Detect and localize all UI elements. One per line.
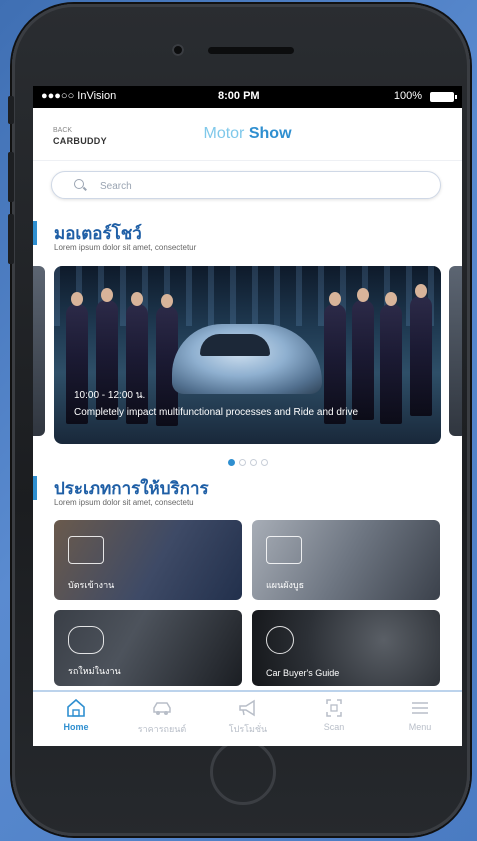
presenter-figure (380, 292, 402, 424)
service-label: บัตรเข้างาน (68, 580, 115, 590)
service-label: Car Buyer's Guide (266, 668, 340, 678)
event-description: Completely impact multifunctional proces… (74, 407, 359, 418)
pagination-dot[interactable] (227, 459, 235, 466)
carousel-next-card[interactable] (449, 266, 462, 436)
map-icon (266, 536, 302, 564)
battery-icon (430, 92, 457, 102)
status-time: 8:00 PM (218, 90, 260, 102)
scan-icon (326, 699, 342, 717)
carousel-pagination (33, 453, 462, 471)
service-card-buyers-guide[interactable]: Car Buyer's Guide (252, 610, 440, 686)
presenter-figure (410, 284, 432, 416)
tab-label: โปรโมชั่น (228, 724, 268, 734)
tab-promotions[interactable]: โปรโมชั่น (205, 698, 291, 736)
service-card-booth-map[interactable]: แผนผังบูธ (252, 520, 440, 600)
tab-home[interactable]: Home (33, 698, 119, 732)
tab-label: ราคารถยนต์ (137, 724, 187, 734)
carrier-text: ●●●○○ InVision (41, 90, 117, 102)
tab-scan[interactable]: Scan (291, 698, 377, 732)
car-price-icon (153, 702, 171, 715)
page-title: Motor Show (33, 125, 462, 143)
nav-bar: BACK CARBUDDY Motor Show (33, 108, 462, 161)
tab-label: Menu (408, 722, 432, 732)
services-subtitle: Lorem ipsum dolor sit amet, consectetu (54, 498, 194, 507)
ticket-icon (68, 536, 104, 564)
tab-label: Scan (323, 722, 345, 732)
search-input[interactable] (98, 177, 402, 195)
tab-car-prices[interactable]: ราคารถยนต์ (119, 698, 205, 736)
presenter-figure (126, 292, 148, 424)
home-hardware-button[interactable] (210, 739, 276, 805)
car-sparkle-icon (68, 626, 104, 654)
app-screen: ●●●○○ InVision 8:00 PM 100% BACK CARBUDD… (33, 86, 462, 746)
home-icon (67, 698, 85, 717)
event-card[interactable]: 10:00 - 12:00 น. Completely impact multi… (54, 266, 441, 444)
mute-switch (8, 96, 14, 124)
event-time: 10:00 - 12:00 น. (74, 390, 146, 401)
front-camera (172, 44, 184, 56)
menu-icon (412, 702, 428, 714)
speaker-grille (208, 47, 294, 54)
page-title-part1: Motor (203, 125, 245, 142)
megaphone-icon (239, 699, 255, 717)
search-icon (74, 179, 84, 189)
pagination-dot[interactable] (249, 459, 257, 466)
service-label: แผนผังบูธ (266, 580, 305, 590)
tab-menu[interactable]: Menu (377, 698, 462, 732)
status-bar: ●●●○○ InVision 8:00 PM 100% (33, 86, 462, 108)
service-card-ticket[interactable]: บัตรเข้างาน (54, 520, 242, 600)
page-title-part2: Show (248, 125, 292, 142)
carousel-prev-card[interactable] (33, 266, 45, 436)
presenter-figure (324, 292, 346, 424)
section-accent-bar (33, 221, 37, 245)
search-bar[interactable] (51, 171, 441, 199)
presenter-figure (66, 292, 88, 424)
volume-up-button (8, 152, 14, 202)
service-card-new-cars[interactable]: รถใหม่ในงาน (54, 610, 242, 686)
pagination-dot[interactable] (238, 459, 246, 466)
volume-down-button (8, 214, 14, 264)
motor-show-subtitle: Lorem ipsum dolor sit amet, consectetur (54, 243, 197, 252)
pagination-dot[interactable] (260, 459, 268, 466)
steering-wheel-icon (266, 626, 294, 654)
section-accent-bar (33, 476, 37, 500)
presenter-figure (352, 288, 374, 420)
service-label: รถใหม่ในงาน (68, 666, 121, 676)
bottom-tab-bar: Home ราคารถยนต์ โปรโมชั่น Scan Menu (33, 690, 462, 746)
battery-percent: 100% (393, 90, 422, 102)
tab-label: Home (63, 722, 89, 732)
car-image (172, 324, 322, 394)
